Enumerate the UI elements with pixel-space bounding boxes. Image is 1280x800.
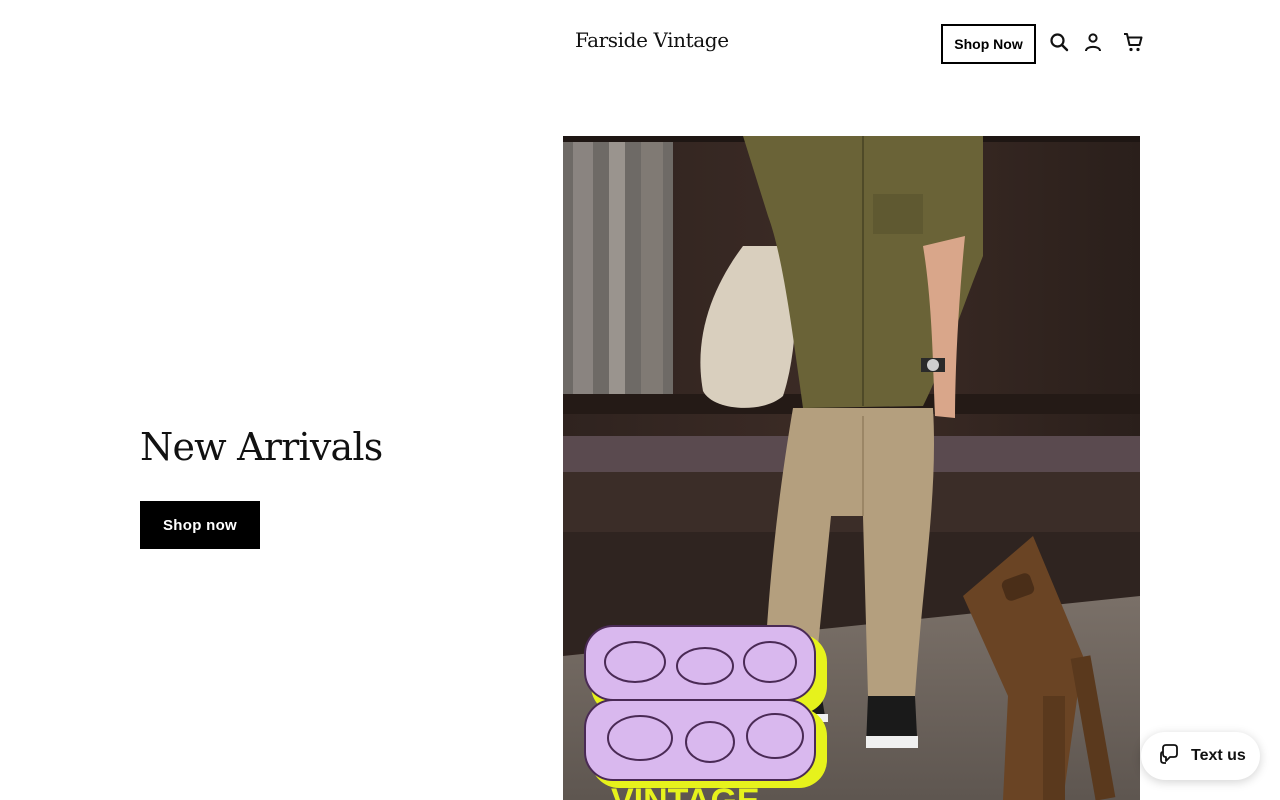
text-us-chat-button[interactable]: Text us (1141, 732, 1260, 780)
shop-now-button[interactable]: Shop Now (941, 24, 1036, 64)
chat-icon (1159, 743, 1181, 770)
farside-vintage-sticker: VINTAGE (584, 625, 827, 800)
search-icon[interactable] (1047, 30, 1071, 54)
cart-icon[interactable] (1121, 30, 1145, 54)
text-us-label: Text us (1191, 747, 1246, 764)
brand-logo[interactable]: Farside Vintage (575, 28, 729, 52)
hero-text: New Arrivals Shop now (140, 420, 540, 549)
site-header: Farside Vintage Shop Now (0, 0, 1280, 88)
account-icon[interactable] (1081, 30, 1105, 54)
shop-now-cta-button[interactable]: Shop now (140, 501, 260, 549)
hero-image[interactable]: VINTAGE (563, 136, 1140, 800)
svg-text:VINTAGE: VINTAGE (611, 782, 760, 800)
hero-title: New Arrivals (140, 425, 383, 469)
